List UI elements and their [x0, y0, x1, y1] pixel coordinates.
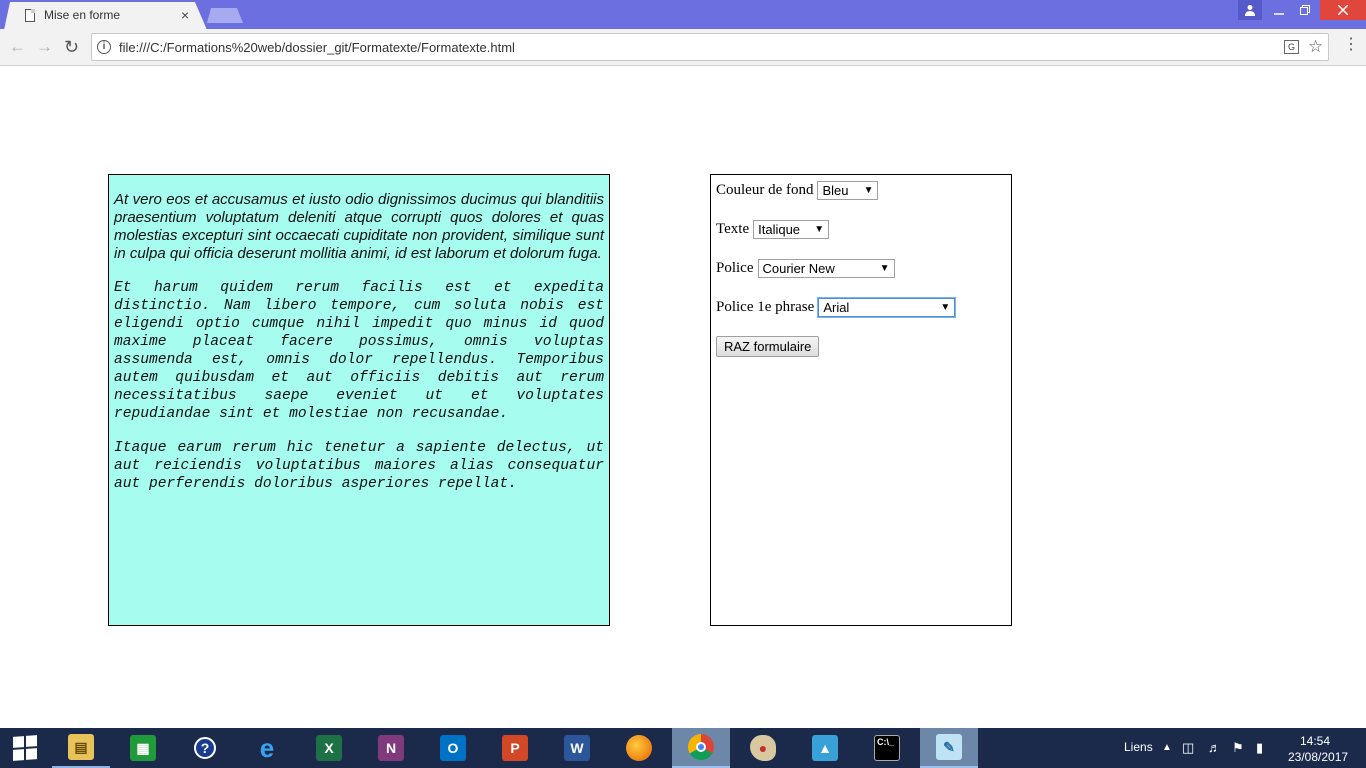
paragraph-2: Et harum quidem rerum facilis est et exp…: [114, 280, 604, 422]
browser-toolbar: ← → ↻ i file:///C:/Formations%20web/doss…: [0, 29, 1366, 66]
text-style-row: Texte Italique ▼: [716, 219, 1006, 239]
help-icon[interactable]: ?: [176, 728, 234, 768]
dropdown-arrow-icon: ▼: [863, 184, 874, 196]
network-icon[interactable]: ▮: [1256, 740, 1263, 756]
dropdown-arrow-icon: ▼: [814, 223, 825, 235]
minimize-icon[interactable]: [1266, 0, 1292, 20]
menu-icon[interactable]: ⋮: [1343, 37, 1359, 53]
tab-close-icon[interactable]: ×: [181, 7, 189, 23]
browser-tab-active[interactable]: Mise en forme ×: [4, 2, 207, 30]
text-style-select-value: Italique: [758, 221, 801, 237]
background-row: Couleur de fond Bleu ▼: [716, 180, 1006, 200]
windows-taskbar: ▤ ▦ ? e X N O P W ● ▲ C:\_ ✎ Liens ▲ ◫ ♬…: [0, 728, 1366, 768]
first-sentence-font-select[interactable]: Arial ▼: [818, 297, 956, 317]
reload-icon[interactable]: ↻: [64, 37, 79, 57]
translate-icon[interactable]: G: [1284, 40, 1299, 54]
background-select[interactable]: Bleu ▼: [817, 180, 879, 200]
first-sentence-font-row: Police 1e phrase Arial ▼: [716, 297, 1006, 317]
formatted-text-box: At vero eos et accusamus et iusto odio d…: [108, 174, 610, 626]
first-sentence-font-label: Police 1e phrase: [716, 298, 815, 315]
font-label: Police: [716, 259, 754, 276]
back-icon[interactable]: ←: [9, 37, 26, 57]
excel-icon[interactable]: X: [300, 728, 358, 768]
command-prompt-icon[interactable]: C:\_: [858, 728, 916, 768]
forward-icon[interactable]: →: [36, 37, 53, 57]
text-style-label: Texte: [716, 220, 750, 237]
dropdown-arrow-icon: ▼: [940, 301, 951, 313]
font-select[interactable]: Courier New ▼: [757, 258, 895, 278]
close-icon[interactable]: [1320, 0, 1366, 20]
page-icon: [25, 9, 35, 22]
tab-title: Mise en forme: [44, 8, 121, 22]
chrome-icon[interactable]: [672, 728, 730, 768]
user-icon[interactable]: [1238, 0, 1262, 20]
reset-form-button[interactable]: RAZ formulaire: [716, 336, 820, 357]
background-label: Couleur de fond: [716, 181, 814, 198]
volume-icon[interactable]: ♬: [1208, 740, 1221, 756]
info-icon[interactable]: i: [97, 40, 111, 54]
page-content: At vero eos et accusamus et iusto odio d…: [0, 66, 1366, 728]
chevron-up-icon[interactable]: ▲: [1162, 740, 1172, 756]
links-toolbar-label[interactable]: Liens: [1124, 740, 1153, 754]
onenote-icon[interactable]: N: [362, 728, 420, 768]
star-icon[interactable]: ☆: [1308, 37, 1323, 57]
font-row: Police Courier New ▼: [716, 258, 1006, 278]
windows-logo-icon: [13, 735, 37, 761]
firefox-icon[interactable]: [610, 728, 668, 768]
format-form: Couleur de fond Bleu ▼ Texte Italique ▼ …: [710, 174, 1012, 626]
internet-explorer-icon[interactable]: e: [238, 728, 296, 768]
text-style-select[interactable]: Italique ▼: [753, 219, 830, 239]
powerpoint-icon[interactable]: P: [486, 728, 544, 768]
paragraph-1: At vero eos et accusamus et iusto odio d…: [114, 191, 604, 262]
address-bar[interactable]: i file:///C:/Formations%20web/dossier_gi…: [91, 33, 1329, 61]
first-sentence-font-select-value: Arial: [823, 299, 850, 315]
background-select-value: Bleu: [822, 182, 849, 198]
outlook-icon[interactable]: O: [424, 728, 482, 768]
paint-icon[interactable]: ●: [734, 728, 792, 768]
restore-icon[interactable]: [1292, 0, 1318, 20]
installer-icon[interactable]: ▲: [796, 728, 854, 768]
dropdown-arrow-icon: ▼: [879, 262, 890, 274]
notepad-icon[interactable]: ✎: [920, 728, 978, 768]
paragraph-3: Itaque earum rerum hic tenetur a sapient…: [114, 440, 604, 492]
file-explorer-icon[interactable]: ▤: [52, 728, 110, 768]
browser-title-bar: Mise en forme ×: [0, 0, 1366, 30]
word-icon[interactable]: W: [548, 728, 606, 768]
store-icon[interactable]: ▦: [114, 728, 172, 768]
reset-row: RAZ formulaire: [716, 336, 1006, 357]
clock-time[interactable]: 14:54: [1300, 734, 1330, 748]
tablet-icon[interactable]: ◫: [1182, 740, 1194, 756]
url-text[interactable]: file:///C:/Formations%20web/dossier_git/…: [119, 40, 515, 55]
clock-date[interactable]: 23/08/2017: [1288, 750, 1348, 764]
start-button[interactable]: [0, 728, 50, 768]
flag-icon[interactable]: ⚑: [1232, 740, 1244, 756]
new-tab-button[interactable]: [207, 8, 243, 23]
font-select-value: Courier New: [762, 260, 835, 276]
